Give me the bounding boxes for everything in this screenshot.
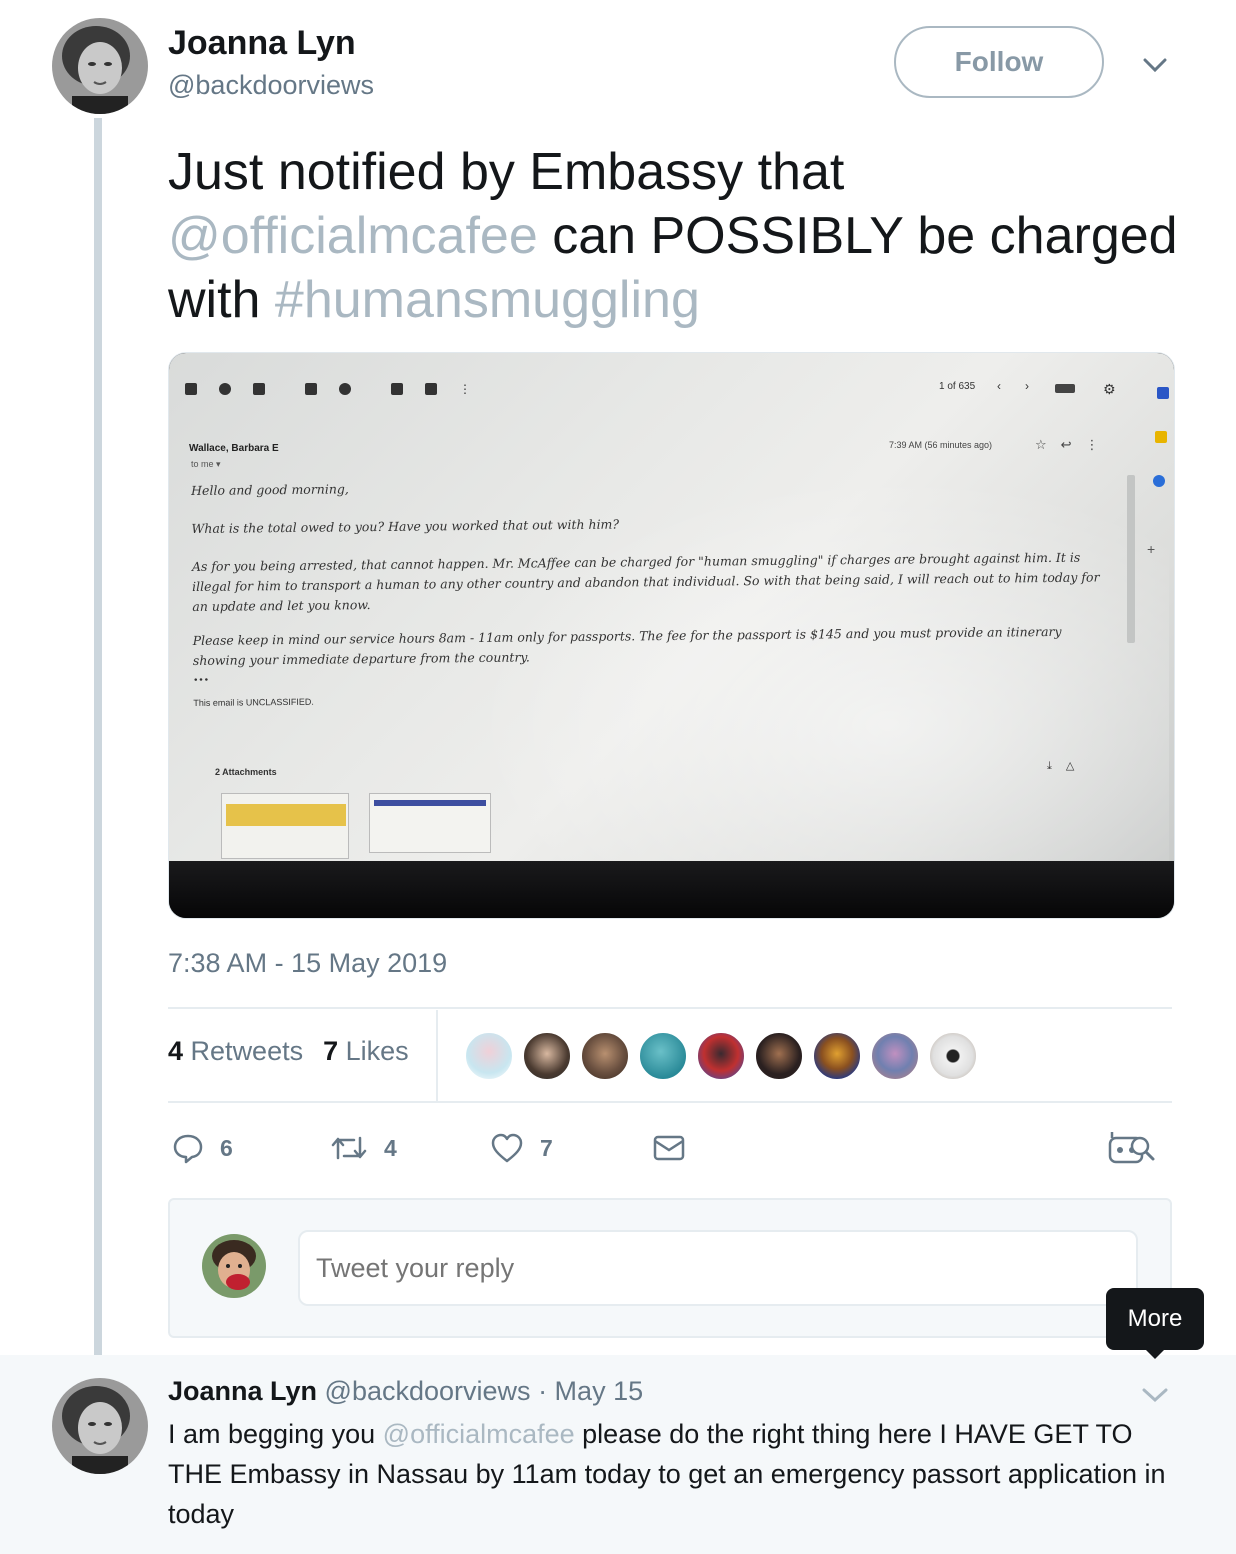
mail-pager: 1 of 635 <box>939 381 976 392</box>
message-action[interactable] <box>652 1126 702 1170</box>
mail-scrollbar <box>1127 475 1135 643</box>
archive-icon <box>185 383 197 395</box>
liker-avatar[interactable] <box>928 1031 978 1081</box>
like-action[interactable]: 7 <box>490 1126 553 1170</box>
retweet-stat-label: Retweets <box>190 1036 304 1066</box>
hashtag-link[interactable]: #humansmuggling <box>275 271 700 329</box>
reply-text: I am begging you @officialmcafee please … <box>168 1414 1178 1534</box>
mail-toolbar: ⋮ <box>185 383 471 395</box>
mail-recipient: to me ▾ <box>191 459 221 469</box>
like-count-action: 7 <box>540 1134 553 1161</box>
liker-avatar[interactable] <box>522 1031 572 1081</box>
author-handle[interactable]: @backdoorviews <box>168 70 374 101</box>
like-stat[interactable]: 7 Likes <box>323 1036 409 1066</box>
author-avatar[interactable] <box>52 18 148 114</box>
mention-link[interactable]: @officialmcafee <box>168 207 538 265</box>
photo-screen: ⋮ 1 of 635 ‹› ⚙ + Wallace, Barbara E to … <box>169 353 1174 893</box>
attachment-thumbnail <box>221 793 349 859</box>
analytics-action[interactable] <box>1106 1126 1174 1170</box>
divider <box>168 1007 1172 1009</box>
mail-sender: Wallace, Barbara E <box>189 443 279 454</box>
tasks-icon <box>1153 475 1165 487</box>
like-count: 7 <box>323 1036 339 1066</box>
liker-avatar[interactable] <box>870 1031 920 1081</box>
label-icon <box>425 383 437 395</box>
mention-link[interactable]: @officialmcafee <box>383 1419 575 1449</box>
retweet-action[interactable]: 4 <box>330 1126 397 1170</box>
attachment-thumbnail <box>369 793 491 853</box>
tweet-text-part: Just notified by Embassy that <box>168 143 845 201</box>
reply-author-name[interactable]: Joanna Lyn <box>168 1376 317 1406</box>
reply-author-handle[interactable]: @backdoorviews <box>325 1376 531 1406</box>
delete-icon <box>253 383 265 395</box>
mail-paragraph: As for you being arrested, that cannot h… <box>191 549 1100 614</box>
liker-avatar[interactable] <box>812 1031 862 1081</box>
chevron-down-icon[interactable] <box>1140 1384 1170 1406</box>
retweet-count-action: 4 <box>384 1134 397 1161</box>
thread-connector-line <box>94 118 102 1370</box>
envelope-icon <box>653 1135 685 1161</box>
liker-avatar[interactable] <box>580 1031 630 1081</box>
reply-action[interactable]: 6 <box>172 1126 233 1170</box>
stats-separator <box>436 1010 438 1102</box>
reply-input[interactable] <box>298 1230 1138 1306</box>
tweet-media-photo[interactable]: ⋮ 1 of 635 ‹› ⚙ + Wallace, Barbara E to … <box>168 352 1175 919</box>
keep-icon <box>1155 431 1167 443</box>
tweet-timestamp[interactable]: 7:38 AM - 15 May 2019 <box>168 948 447 979</box>
reply-icon <box>173 1134 203 1164</box>
bot-search-icon <box>1108 1132 1155 1164</box>
mail-body: Hello and good morning, What is the tota… <box>191 471 1114 731</box>
gear-icon: ⚙ <box>1103 381 1116 397</box>
retweet-icon <box>331 1136 367 1160</box>
reply-date[interactable]: · May 15 <box>538 1376 643 1406</box>
divider <box>168 1101 1172 1103</box>
heart-icon <box>491 1133 523 1163</box>
calendar-icon <box>1157 387 1169 399</box>
reply-count: 6 <box>220 1134 233 1161</box>
mail-icon <box>305 383 317 395</box>
like-stat-label: Likes <box>345 1036 409 1066</box>
chevron-down-icon[interactable] <box>1140 52 1170 78</box>
tweet-text: Just notified by Embassy that @officialm… <box>168 140 1178 332</box>
follow-button[interactable]: Follow <box>894 26 1104 98</box>
liker-avatars <box>464 1031 978 1081</box>
liker-avatar[interactable] <box>754 1031 804 1081</box>
keyboard-icon <box>1055 384 1075 393</box>
pager-arrows-icon: ‹› <box>997 379 1053 393</box>
reply-author-avatar[interactable] <box>52 1378 148 1474</box>
move-icon <box>391 383 403 395</box>
current-user-avatar[interactable] <box>202 1234 266 1298</box>
retweet-count: 4 <box>168 1036 184 1066</box>
download-icon: ⤓△ <box>1047 760 1089 772</box>
tweet-stats: 4 Retweets 7 Likes <box>168 1036 409 1067</box>
photo-dark-region <box>169 861 1174 918</box>
liker-avatar[interactable] <box>464 1031 514 1081</box>
mail-paragraph: What is the total owed to you? Have you … <box>191 516 620 536</box>
attachments-title: 2 Attachments <box>215 767 277 777</box>
add-icon: + <box>1147 541 1156 557</box>
more-vert-icon: ⋮ <box>459 382 471 396</box>
clock-icon <box>339 383 351 395</box>
mail-greeting: Hello and good morning, <box>191 481 349 498</box>
retweet-stat[interactable]: 4 Retweets <box>168 1036 303 1066</box>
mail-time: 7:39 AM (56 minutes ago) <box>889 440 993 450</box>
mail-actions-icon: ☆↩⋮ <box>1035 437 1113 452</box>
author-name[interactable]: Joanna Lyn <box>168 24 356 63</box>
report-icon <box>219 383 231 395</box>
more-tooltip: More <box>1106 1288 1204 1359</box>
liker-avatar[interactable] <box>638 1031 688 1081</box>
reply-header: Joanna Lyn @backdoorviews · May 15 <box>168 1376 643 1407</box>
reply-text-part: I am begging you <box>168 1419 383 1449</box>
liker-avatar[interactable] <box>696 1031 746 1081</box>
